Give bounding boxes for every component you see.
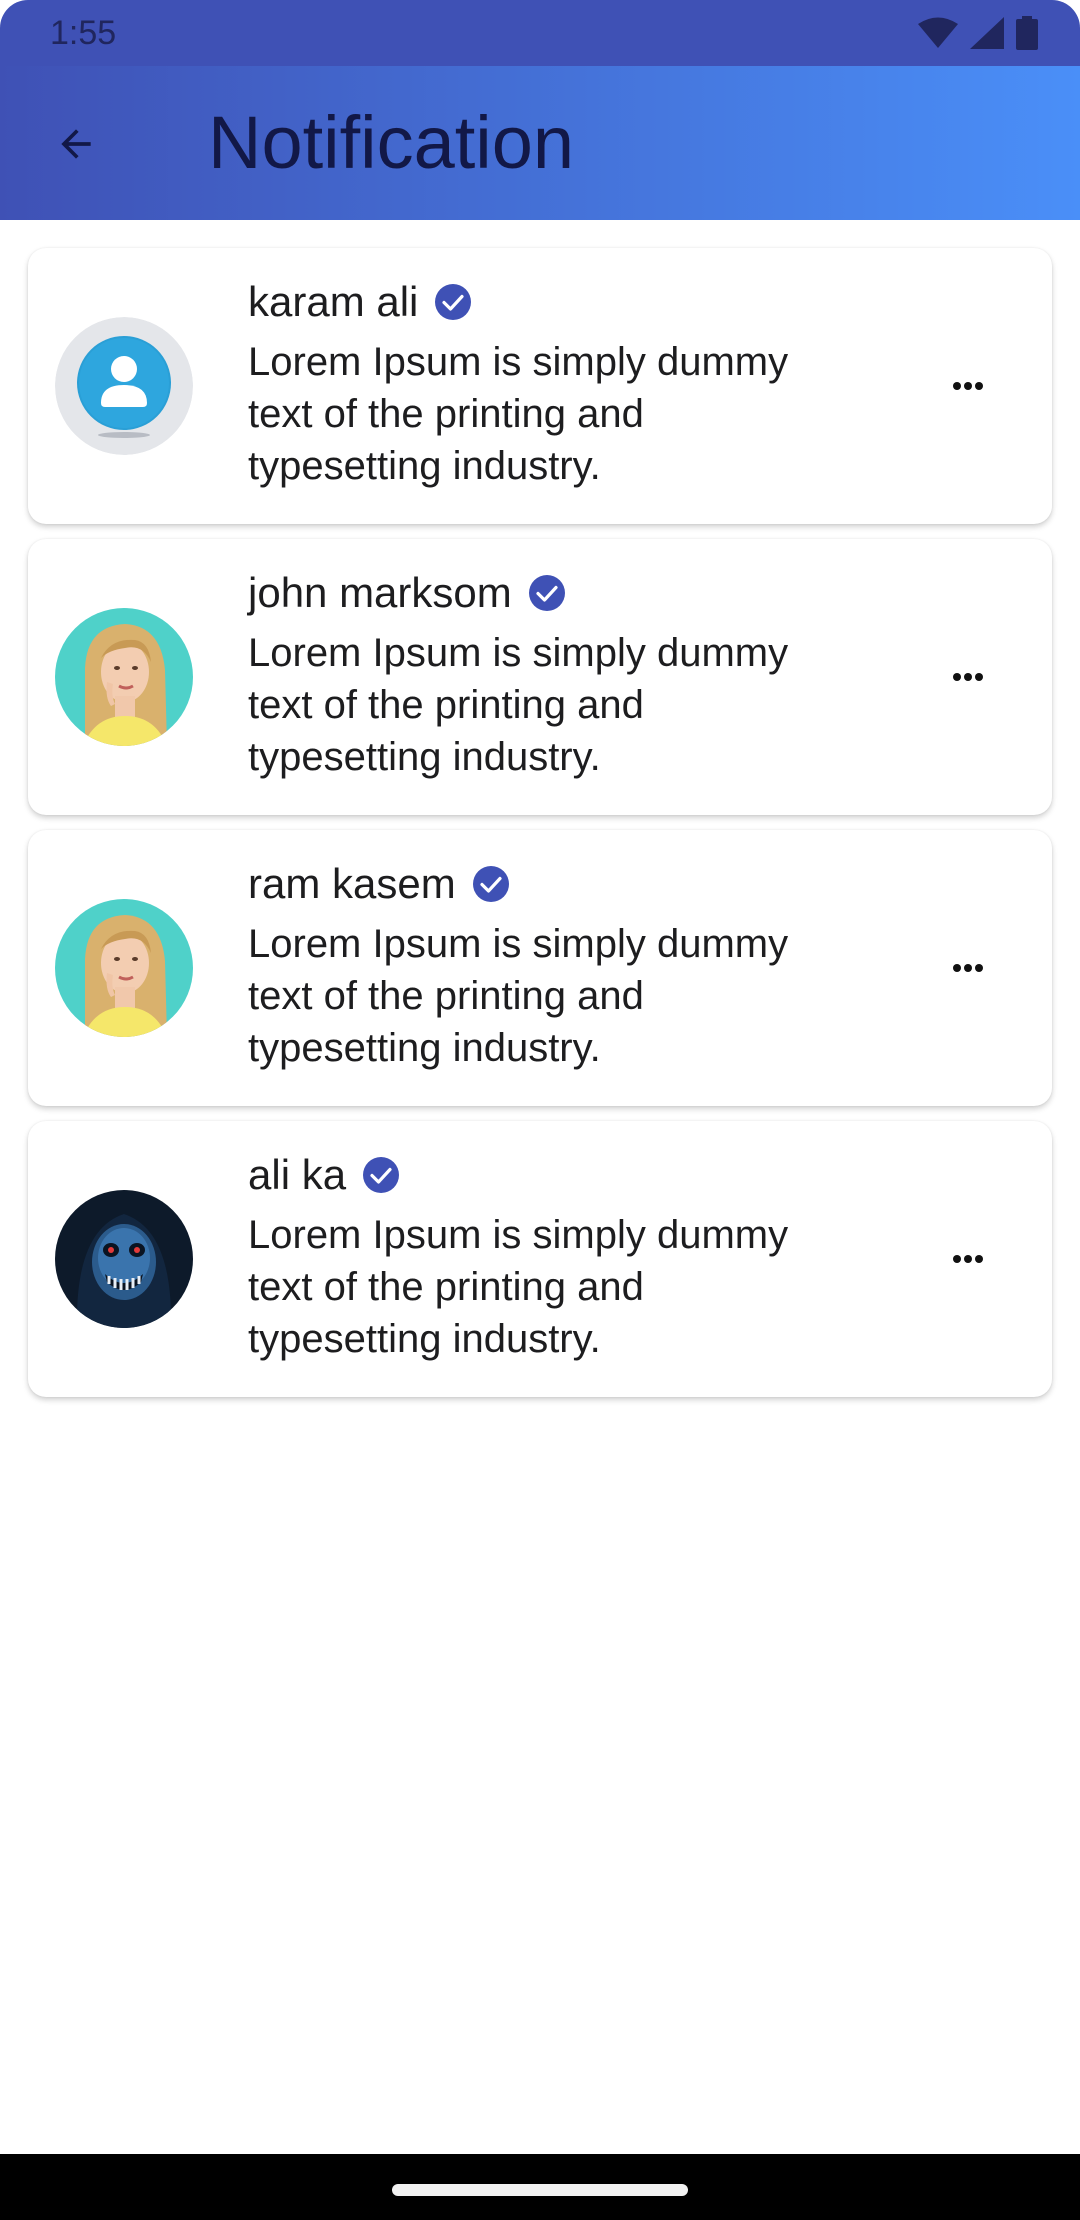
notification-message: Lorem Ipsum is simply dummy text of the … <box>248 631 789 779</box>
more-options-button[interactable] <box>944 1239 992 1279</box>
wifi-icon <box>918 17 958 49</box>
more-options-button[interactable] <box>944 366 992 406</box>
notification-card[interactable]: ram kasem Lorem Ipsum is simply dummy te… <box>28 830 1052 1106</box>
notification-content: ali ka Lorem Ipsum is simply dummy text … <box>248 1147 848 1365</box>
notification-card[interactable]: john marksom Lorem Ipsum is simply dummy… <box>28 539 1052 815</box>
app-bar: Notification <box>0 66 1080 220</box>
verified-badge-icon <box>435 284 472 320</box>
notification-list: karam ali Lorem Ipsum is simply dummy te… <box>28 248 1052 1412</box>
avatar[interactable] <box>55 1190 193 1328</box>
home-indicator[interactable] <box>392 2184 688 2196</box>
verified-badge-icon <box>528 575 565 611</box>
status-icons <box>918 16 1038 50</box>
status-time: 1:55 <box>50 14 117 52</box>
notification-card[interactable]: karam ali Lorem Ipsum is simply dummy te… <box>28 248 1052 524</box>
more-horizontal-icon <box>953 1255 983 1263</box>
notification-content: john marksom Lorem Ipsum is simply dummy… <box>248 565 848 783</box>
notification-card[interactable]: ali ka Lorem Ipsum is simply dummy text … <box>28 1121 1052 1397</box>
status-bar: 1:55 <box>0 0 1080 66</box>
user-name: ram kasem <box>248 860 456 907</box>
more-horizontal-icon <box>953 673 983 681</box>
notification-content: karam ali Lorem Ipsum is simply dummy te… <box>248 274 848 492</box>
more-options-button[interactable] <box>944 657 992 697</box>
default-user-avatar-icon <box>55 317 193 455</box>
back-button[interactable] <box>38 108 114 184</box>
notification-content: ram kasem Lorem Ipsum is simply dummy te… <box>248 856 848 1074</box>
name-row: john marksom <box>248 565 848 621</box>
user-name: ali ka <box>248 1151 347 1198</box>
avatar[interactable] <box>55 608 193 746</box>
more-horizontal-icon <box>953 382 983 390</box>
name-row: karam ali <box>248 274 848 330</box>
verified-badge-icon <box>363 1157 400 1193</box>
battery-icon <box>1016 16 1038 50</box>
signal-icon <box>970 17 1004 49</box>
page-title: Notification <box>208 101 575 184</box>
avatar[interactable] <box>55 899 193 1037</box>
more-horizontal-icon <box>953 964 983 972</box>
user-name: karam ali <box>248 278 419 325</box>
user-name: john marksom <box>248 569 512 616</box>
notification-message: Lorem Ipsum is simply dummy text of the … <box>248 340 789 488</box>
woman-photo-avatar-icon <box>55 899 193 1037</box>
notification-message: Lorem Ipsum is simply dummy text of the … <box>248 1213 789 1361</box>
more-options-button[interactable] <box>944 948 992 988</box>
name-row: ram kasem <box>248 856 848 912</box>
dark-skull-avatar-icon <box>55 1190 193 1328</box>
woman-photo-avatar-icon <box>55 608 193 746</box>
notification-message: Lorem Ipsum is simply dummy text of the … <box>248 922 789 1070</box>
avatar[interactable] <box>55 317 193 455</box>
verified-badge-icon <box>472 866 509 902</box>
name-row: ali ka <box>248 1147 848 1203</box>
arrow-back-icon <box>54 122 98 171</box>
system-nav-bar <box>0 2154 1080 2220</box>
